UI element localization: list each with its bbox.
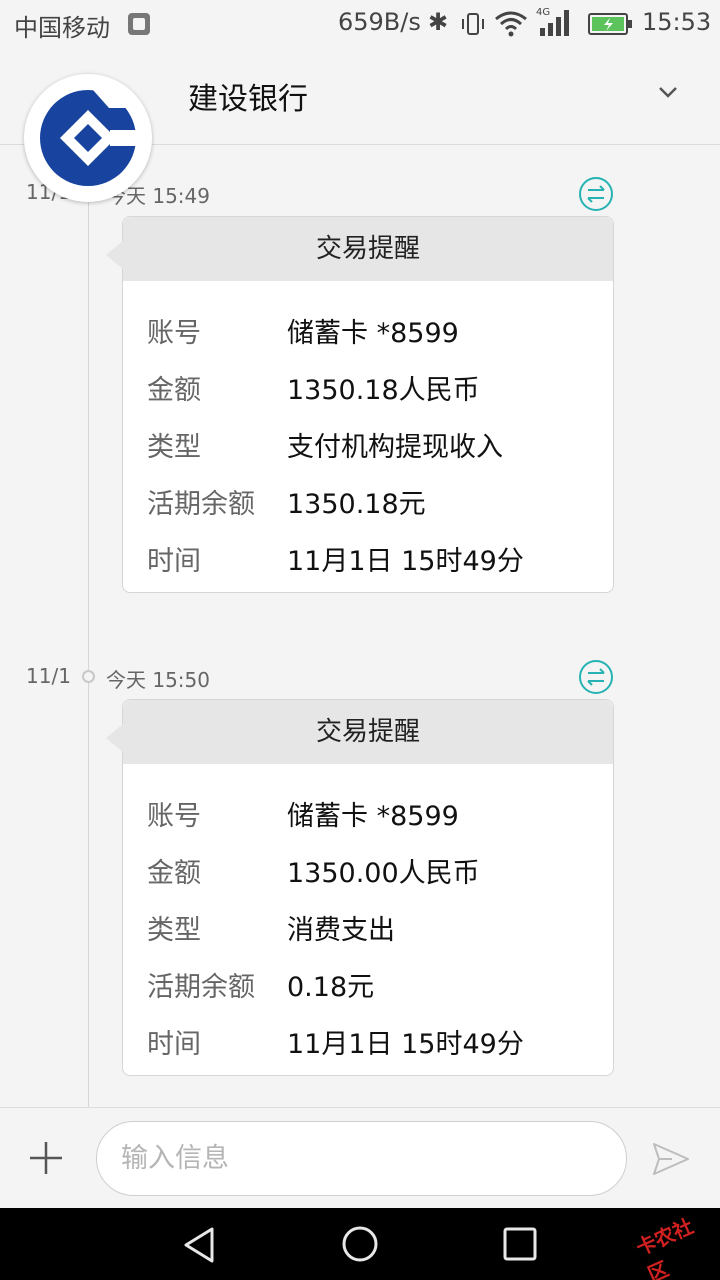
back-icon[interactable] xyxy=(180,1226,220,1264)
carrier-label: 中国移动 xyxy=(14,14,110,42)
message-time: 今天 15:50 xyxy=(106,668,210,692)
compose-bar xyxy=(0,1107,720,1208)
wifi-icon xyxy=(495,11,527,37)
row-key: 时间 xyxy=(147,546,201,577)
message-date: 11/1 xyxy=(26,664,71,688)
bank-logo-icon xyxy=(40,90,138,186)
row-key: 账号 xyxy=(147,801,201,832)
card-body: 账号 储蓄卡 *8599 金额 1350.00人民币 类型 消费支出 活期余额 0.18… xyxy=(123,764,613,1075)
row-key: 类型 xyxy=(147,432,201,463)
timeline-dot xyxy=(82,670,95,683)
message-card[interactable]: 交易提醒 账号 储蓄卡 *8599 金额 1350.00人民币 类型 消费支出 活期余… xyxy=(106,699,614,1076)
bubble-tail xyxy=(106,241,123,269)
card-row: 账号 储蓄卡 *8599 xyxy=(123,784,613,841)
row-value: 11月1日 15时49分 xyxy=(287,1029,524,1060)
row-value: 1350.18元 xyxy=(287,489,426,520)
chevron-down-icon[interactable] xyxy=(654,78,682,106)
message-input[interactable] xyxy=(96,1121,627,1196)
row-value: 消费支出 xyxy=(287,915,395,946)
contact-name: 建设银行 xyxy=(188,82,308,117)
home-icon[interactable] xyxy=(340,1224,380,1264)
row-value: 0.18元 xyxy=(287,972,375,1003)
row-key: 活期余额 xyxy=(147,489,255,520)
sim-icon xyxy=(128,13,150,35)
row-key: 时间 xyxy=(147,1029,201,1060)
row-key: 金额 xyxy=(147,375,201,406)
watermark: 卡农社区 xyxy=(607,1196,716,1280)
recent-apps-icon[interactable] xyxy=(502,1226,538,1262)
navigation-bar: 卡农社区 xyxy=(0,1208,720,1280)
card-row: 类型 消费支出 xyxy=(123,898,613,955)
card-row: 金额 1350.00人民币 xyxy=(123,841,613,898)
card-row: 时间 11月1日 15时49分 xyxy=(123,529,613,586)
net-speed: 659B/s xyxy=(338,8,421,36)
card-row: 活期余额 1350.18元 xyxy=(123,472,613,529)
timeline-line xyxy=(88,145,89,1107)
row-value: 1350.18人民币 xyxy=(287,375,480,406)
row-value: 支付机构提现收入 xyxy=(287,432,503,463)
card-row: 活期余额 0.18元 xyxy=(123,955,613,1012)
watermark-text: 卡农社区 xyxy=(632,1213,697,1280)
signal-icon: 4G xyxy=(536,7,569,36)
vibrate-icon xyxy=(462,13,484,35)
battery-icon xyxy=(588,13,632,35)
row-key: 类型 xyxy=(147,915,201,946)
row-key: 活期余额 xyxy=(147,972,255,1003)
row-key: 账号 xyxy=(147,318,201,349)
card-body: 账号 储蓄卡 *8599 金额 1350.18人民币 类型 支付机构提现收入 活期余额… xyxy=(123,281,613,592)
card-row: 账号 储蓄卡 *8599 xyxy=(123,301,613,358)
card-row: 金额 1350.18人民币 xyxy=(123,358,613,415)
card-title: 交易提醒 xyxy=(123,700,613,764)
contact-avatar[interactable] xyxy=(24,74,152,202)
bluetooth-icon: ✱ xyxy=(428,8,449,36)
status-bar: 中国移动 659B/s ✱ 4G 15:53 xyxy=(0,0,720,50)
row-key: 金额 xyxy=(147,858,201,889)
message-card[interactable]: 交易提醒 账号 储蓄卡 *8599 金额 1350.18人民币 类型 支付机构提现收入… xyxy=(106,216,614,593)
network-type-label: 4G xyxy=(536,7,550,18)
card-title: 交易提醒 xyxy=(123,217,613,281)
card-row: 时间 11月1日 15时49分 xyxy=(123,1012,613,1069)
bubble-tail xyxy=(106,724,123,752)
row-value: 11月1日 15时49分 xyxy=(287,546,524,577)
sync-icon[interactable] xyxy=(578,176,614,212)
send-icon[interactable] xyxy=(652,1142,690,1176)
row-value: 储蓄卡 *8599 xyxy=(287,318,459,349)
row-value: 储蓄卡 *8599 xyxy=(287,801,459,832)
card-row: 类型 支付机构提现收入 xyxy=(123,415,613,472)
sync-icon[interactable] xyxy=(578,659,614,695)
row-value: 1350.00人民币 xyxy=(287,858,480,889)
plus-icon[interactable] xyxy=(28,1140,64,1176)
status-clock: 15:53 xyxy=(642,8,712,36)
